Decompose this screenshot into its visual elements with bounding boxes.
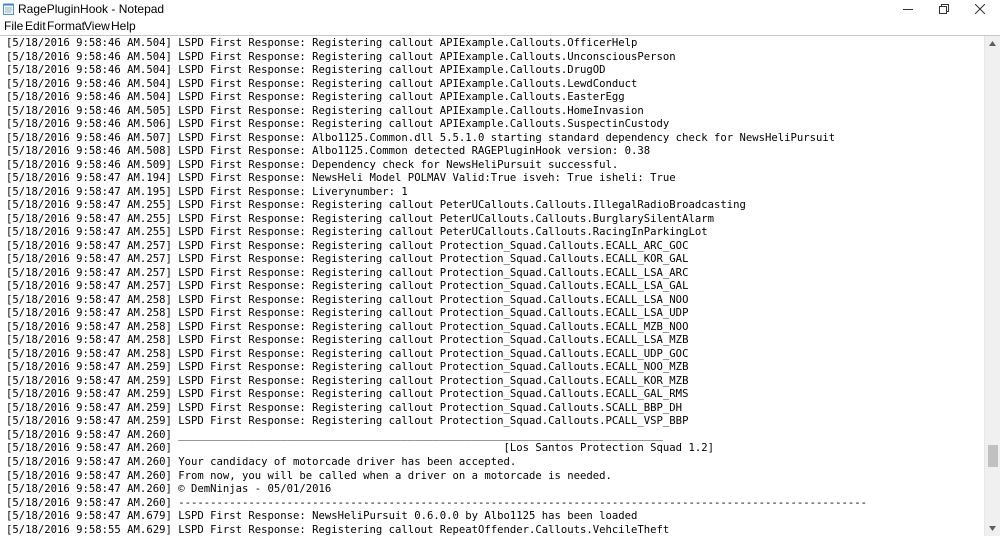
- text-line: [5/18/2016 9:58:47 AM.258] LSPD First Re…: [6, 320, 689, 333]
- text-line: [5/18/2016 9:58:47 AM.258] LSPD First Re…: [6, 334, 689, 347]
- editor-text[interactable]: [5/18/2016 9:58:46 AM.504] LSPD First Re…: [6, 37, 984, 537]
- minimize-button[interactable]: [891, 0, 925, 18]
- text-line: [5/18/2016 9:58:47 AM.195] LSPD First Re…: [6, 185, 408, 198]
- menu-view[interactable]: View: [84, 19, 110, 33]
- text-line: [5/18/2016 9:58:47 AM.258] LSPD First Re…: [6, 307, 689, 320]
- text-line: [5/18/2016 9:58:47 AM.260] © DemNinjas -…: [6, 483, 332, 496]
- vertical-scrollbar[interactable]: [984, 36, 1000, 536]
- text-line: [5/18/2016 9:58:46 AM.505] LSPD First Re…: [6, 104, 644, 117]
- text-line: [5/18/2016 9:58:47 AM.259] LSPD First Re…: [6, 401, 683, 414]
- title-bar: RagePluginHook - Notepad: [0, 0, 1000, 18]
- text-line: [5/18/2016 9:58:47 AM.259] LSPD First Re…: [6, 374, 689, 387]
- text-line: [5/18/2016 9:58:47 AM.260] From now, you…: [6, 469, 612, 482]
- text-line: [5/18/2016 9:58:46 AM.506] LSPD First Re…: [6, 118, 670, 131]
- text-line: [5/18/2016 9:58:47 AM.255] LSPD First Re…: [6, 199, 746, 212]
- window-title: RagePluginHook - Notepad: [18, 2, 165, 16]
- chevron-up-icon: [989, 41, 996, 46]
- text-line: [5/18/2016 9:58:47 AM.260] -------------…: [6, 496, 868, 509]
- restore-icon: [939, 4, 949, 14]
- minimize-icon: [903, 9, 913, 10]
- close-button[interactable]: [963, 0, 997, 18]
- menu-help[interactable]: Help: [111, 19, 136, 33]
- text-line: [5/18/2016 9:58:46 AM.504] LSPD First Re…: [6, 64, 606, 77]
- scroll-up-button[interactable]: [985, 36, 1000, 51]
- text-line: [5/18/2016 9:58:46 AM.504] LSPD First Re…: [6, 77, 638, 90]
- scroll-thumb[interactable]: [988, 445, 998, 468]
- scroll-down-button[interactable]: [985, 521, 1000, 536]
- text-line: [5/18/2016 9:58:47 AM.260] _____________…: [6, 428, 663, 441]
- chevron-down-icon: [989, 526, 996, 531]
- text-line: [5/18/2016 9:58:55 AM.629] LSPD First Re…: [6, 523, 670, 536]
- text-line: [5/18/2016 9:58:47 AM.260] Your candidac…: [6, 455, 517, 468]
- notepad-icon: [3, 3, 14, 15]
- menu-file[interactable]: File: [4, 19, 23, 33]
- text-line: [5/18/2016 9:58:47 AM.258] LSPD First Re…: [6, 347, 689, 360]
- text-line: [5/18/2016 9:58:46 AM.504] LSPD First Re…: [6, 37, 638, 49]
- text-line: [5/18/2016 9:58:46 AM.508] LSPD First Re…: [6, 145, 651, 158]
- text-line: [5/18/2016 9:58:47 AM.259] LSPD First Re…: [6, 361, 689, 374]
- text-line: [5/18/2016 9:58:47 AM.255] LSPD First Re…: [6, 226, 708, 239]
- text-line: [5/18/2016 9:58:47 AM.257] LSPD First Re…: [6, 239, 689, 252]
- text-line: [5/18/2016 9:58:47 AM.257] LSPD First Re…: [6, 253, 689, 266]
- menu-edit[interactable]: Edit: [25, 19, 46, 33]
- close-icon: [975, 4, 985, 14]
- text-line: [5/18/2016 9:58:47 AM.259] LSPD First Re…: [6, 415, 689, 428]
- text-line: [5/18/2016 9:58:46 AM.504] LSPD First Re…: [6, 91, 625, 104]
- text-line: [5/18/2016 9:58:47 AM.259] LSPD First Re…: [6, 388, 689, 401]
- menu-format[interactable]: Format: [47, 19, 85, 33]
- text-line: [5/18/2016 9:58:47 AM.194] LSPD First Re…: [6, 172, 676, 185]
- maximize-button[interactable]: [927, 0, 961, 18]
- menu-bar: File Edit Format View Help: [0, 18, 1000, 35]
- text-line: [5/18/2016 9:58:47 AM.260] [Los Santos P…: [6, 442, 714, 455]
- text-line: [5/18/2016 9:58:46 AM.509] LSPD First Re…: [6, 158, 619, 171]
- text-line: [5/18/2016 9:58:47 AM.255] LSPD First Re…: [6, 212, 714, 225]
- text-line: [5/18/2016 9:58:47 AM.257] LSPD First Re…: [6, 266, 689, 279]
- text-line: [5/18/2016 9:58:47 AM.679] LSPD First Re…: [6, 510, 638, 523]
- text-line: [5/18/2016 9:58:46 AM.507] LSPD First Re…: [6, 131, 836, 144]
- text-editor[interactable]: [5/18/2016 9:58:46 AM.504] LSPD First Re…: [0, 35, 1000, 536]
- text-line: [5/18/2016 9:58:47 AM.257] LSPD First Re…: [6, 280, 689, 293]
- text-line: [5/18/2016 9:58:47 AM.258] LSPD First Re…: [6, 293, 689, 306]
- text-line: [5/18/2016 9:58:46 AM.504] LSPD First Re…: [6, 50, 676, 63]
